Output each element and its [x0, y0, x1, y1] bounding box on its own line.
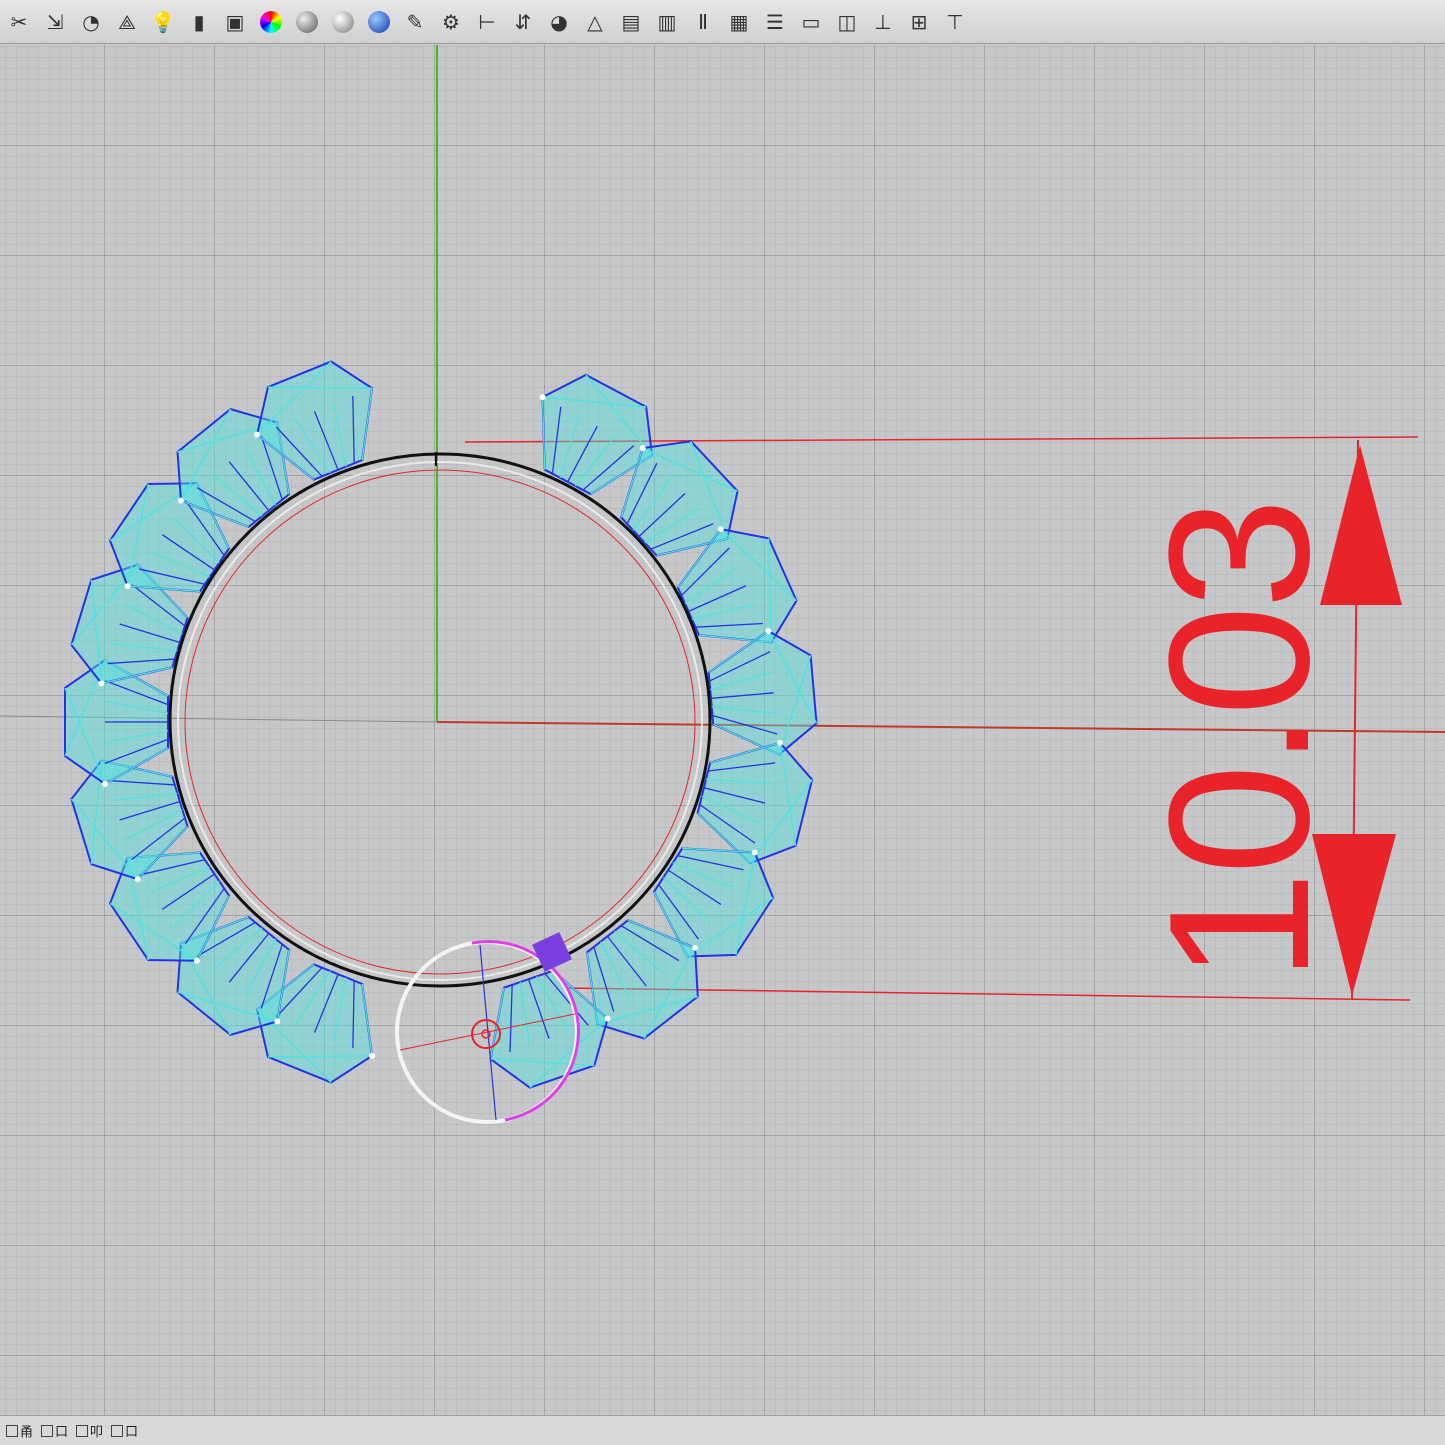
more-icon[interactable]: ⊤ [940, 7, 970, 37]
gear-icon[interactable]: ⚙ [436, 7, 466, 37]
battery-icon[interactable]: ▮ [184, 7, 214, 37]
status-item-label: 口 [55, 1424, 69, 1439]
status-item-1[interactable]: 口 [41, 1421, 68, 1440]
ring-outer-curve [168, 452, 712, 988]
gem-vertex [274, 1018, 281, 1025]
toolbar: ✂ ⇲ ◔ ⟁ 💡 ▮ ▣ ✎ ⚙ ⊢ ⇵ ◕ △ ▤ ▥ Ⅱ ▦ ☰ ▭ ◫ ⊥ ⊞ ⊤ [0, 0, 1445, 44]
sphere-blue-icon-swatch [368, 10, 390, 33]
color-wheel-icon[interactable] [256, 7, 286, 37]
status-checkbox[interactable] [76, 1424, 89, 1437]
gem-vertex [717, 526, 724, 533]
pen-icon[interactable]: ✎ [400, 7, 430, 37]
gem-vertex [539, 394, 546, 401]
sphere-gray-icon-swatch [296, 10, 318, 33]
sphere-gray-icon[interactable] [292, 7, 322, 37]
gem-vertex [98, 680, 105, 687]
sphere-blue-icon[interactable] [364, 7, 394, 37]
gem-vertex [751, 849, 758, 856]
globe-icon[interactable]: ◕ [544, 7, 574, 37]
gem-vertex [368, 1052, 375, 1059]
transform-icon[interactable]: ⇵ [508, 7, 538, 37]
gem-vertex [102, 781, 108, 787]
scissors-icon[interactable]: ✂ [4, 7, 34, 37]
status-item-label: 甬 [20, 1424, 34, 1439]
gizmo-handle [532, 932, 572, 972]
color-wheel-icon-swatch [260, 10, 282, 33]
gizmo-center-dot [481, 1029, 491, 1039]
status-item-3[interactable]: 口 [111, 1421, 138, 1440]
table-icon[interactable]: ⊞ [904, 7, 934, 37]
list-icon[interactable]: ☰ [760, 7, 790, 37]
status-checkbox[interactable] [111, 1424, 124, 1437]
status-checkbox[interactable] [41, 1424, 54, 1437]
gem-vertex [765, 628, 772, 635]
gem-vertex [134, 876, 141, 883]
sphere-white-icon-swatch [332, 10, 354, 33]
box-icon[interactable]: ▤ [616, 7, 646, 37]
status-item-label: 叩 [90, 1424, 104, 1439]
gem-vertex [254, 431, 261, 438]
pyramid-icon[interactable]: △ [580, 7, 610, 37]
layer-cube-icon[interactable]: ▣ [220, 7, 250, 37]
text-icon[interactable]: Ⅱ [688, 7, 718, 37]
lightbulb-icon[interactable]: 💡 [148, 7, 178, 37]
layers-icon[interactable]: ◫ [832, 7, 862, 37]
dimension-value[interactable]: 10.03 [1128, 502, 1351, 983]
gem-setting[interactable] [707, 628, 818, 756]
pin-icon[interactable]: ⊥ [868, 7, 898, 37]
shapes-icon[interactable]: ⟁ [112, 7, 142, 37]
gem-vertex [639, 445, 646, 452]
dimension-icon[interactable]: ⇲ [40, 7, 70, 37]
align-icon[interactable]: ⊢ [472, 7, 502, 37]
viewport-top[interactable]: 10.03 [0, 45, 1445, 1415]
status-item-label: 口 [125, 1424, 139, 1439]
status-checkbox[interactable] [6, 1424, 18, 1437]
circle-tool-icon[interactable]: ◔ [76, 7, 106, 37]
gem-vertex [777, 739, 784, 746]
gem-setting[interactable] [696, 739, 814, 865]
gem-vertex [193, 957, 200, 964]
grid-icon[interactable]: ▦ [724, 7, 754, 37]
chart-icon[interactable]: ▥ [652, 7, 682, 37]
status-item-0[interactable]: 甬 [6, 1421, 33, 1440]
ring-highlight-curve [177, 461, 703, 981]
gem-vertex [692, 944, 699, 951]
gem-vertex [177, 497, 184, 504]
status-item-2[interactable]: 叩 [76, 1421, 103, 1440]
sphere-white-icon[interactable] [328, 7, 358, 37]
window-icon[interactable]: ▭ [796, 7, 826, 37]
status-bar: 甬口叩口 [0, 1415, 1445, 1445]
gem-vertex [604, 1015, 611, 1022]
gem-vertex [124, 583, 131, 590]
